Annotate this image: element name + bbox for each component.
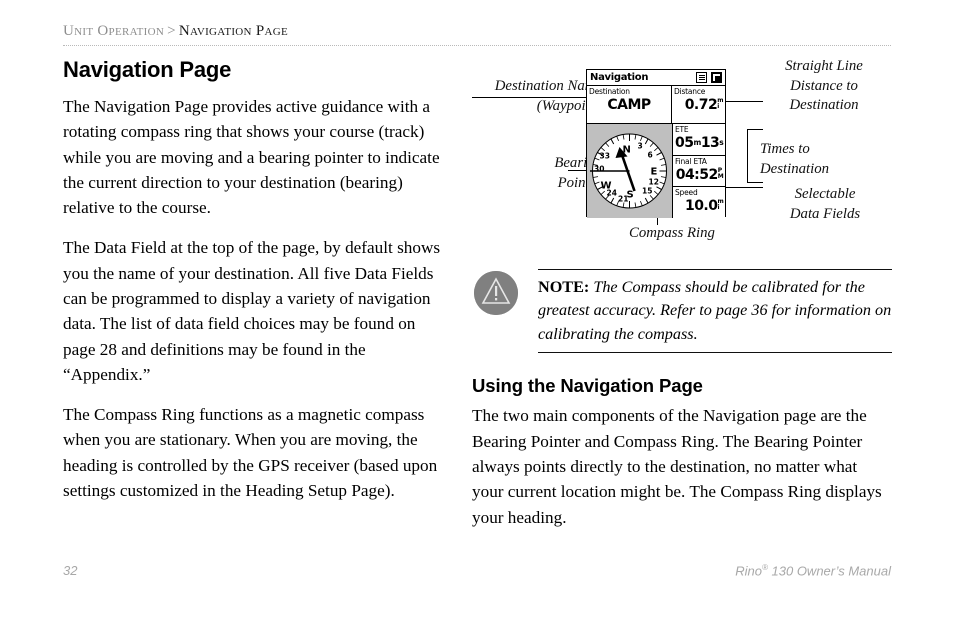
- breadcrumb: Unit Operation > Navigation Page: [63, 23, 891, 40]
- callout-selectable-line2: Data Fields: [789, 205, 861, 222]
- gps-value-final-eta: 04:52: [675, 166, 719, 183]
- left-column: Navigation Page The Navigation Page prov…: [63, 57, 447, 518]
- menu-lines-glyph: [698, 74, 705, 81]
- gps-unit-final-eta: PM: [717, 166, 724, 180]
- gps-value-destination: CAMP: [607, 97, 651, 113]
- callout-times-to-destination: Times to Destination: [760, 140, 890, 179]
- section-paragraph: The two main components of the Navigatio…: [472, 406, 882, 527]
- body-paragraph-3: The Compass Ring functions as a magnetic…: [63, 405, 438, 500]
- callout-destination-line2: (Waypoint): [536, 97, 602, 114]
- leader-line-times-vert: [747, 129, 748, 182]
- breadcrumb-separator: >: [167, 23, 176, 39]
- svg-text:21: 21: [618, 195, 628, 204]
- gps-value-speed: 10.0: [684, 198, 718, 215]
- footer-manual-title: Rino® 130 Owner’s Manual: [735, 563, 891, 578]
- callout-times-line1: Times to: [760, 141, 810, 157]
- menu-icon[interactable]: [696, 72, 707, 83]
- leader-line-times-bottom: [747, 182, 763, 183]
- page-glyph: [713, 74, 720, 81]
- gps-side-data-fields: ETE 05m13s Final ETA 04:52P M Speed 10.0m…: [673, 124, 726, 218]
- gps-top-data-row: Destination CAMP Distance 0.72m i: [587, 86, 725, 124]
- gps-lower-area: N E S W 3 6 12 15 21 24 30 33 ETE 05m13s…: [587, 124, 726, 218]
- gps-screen-title: Navigation: [590, 71, 649, 83]
- callout-compass-ring: Compass Ring: [629, 225, 715, 241]
- warning-triangle-icon: [474, 271, 518, 315]
- gps-label-distance: Distance: [674, 87, 706, 96]
- gps-label-destination: Destination: [589, 87, 630, 96]
- note-label: NOTE:: [538, 278, 590, 296]
- gps-device-screen: Navigation Destination CAMP Distance 0.7…: [586, 69, 726, 218]
- leader-line-selectable: [723, 187, 763, 188]
- gps-title-bar: Navigation: [587, 70, 725, 86]
- gps-label-ete: ETE: [675, 125, 689, 134]
- gps-value-final-eta-row: 04:52P M: [675, 166, 724, 184]
- svg-text:15: 15: [642, 187, 652, 196]
- gps-unit-speed: mi: [717, 198, 724, 212]
- callout-selectable-data-fields: Selectable Data Fields: [760, 185, 890, 224]
- svg-text:24: 24: [607, 189, 617, 198]
- gps-value-speed-row: 10.0m i: [675, 197, 724, 215]
- footer-page-number: 32: [63, 563, 78, 578]
- callout-straight-line-distance: Straight Line Distance to Destination: [754, 57, 894, 116]
- footer-manual-suffix: 130 Owner’s Manual: [767, 563, 891, 579]
- svg-text:12: 12: [649, 178, 659, 187]
- section-heading: Using the Navigation Page: [472, 375, 703, 397]
- page-icon[interactable]: [711, 72, 722, 83]
- warning-triangle-glyph: [474, 271, 518, 315]
- svg-text:E: E: [651, 167, 658, 178]
- gps-unit-minutes: m: [693, 138, 701, 147]
- page-title: Navigation Page: [63, 57, 232, 82]
- leader-line-times-top: [747, 129, 763, 130]
- gps-unit-distance: mi: [717, 97, 723, 110]
- gps-value-ete-minutes: 05: [675, 135, 694, 151]
- compass-svg: N E S W 3 6 12 15 21 24 30 33: [590, 133, 667, 209]
- callout-straightline-line3: Destination: [789, 97, 859, 114]
- compass-ring-widget[interactable]: N E S W 3 6 12 15 21 24 30 33: [587, 124, 673, 218]
- note-block: NOTE: The Compass should be calibrated f…: [472, 269, 892, 354]
- callout-straightline-line2: Distance to: [790, 77, 858, 94]
- note-body: The Compass should be calibrated for the…: [538, 278, 892, 343]
- callout-destination-line1: Destination Name: [494, 78, 602, 94]
- gps-field-ete[interactable]: ETE 05m13s: [673, 124, 726, 156]
- breadcrumb-current: Navigation Page: [178, 23, 288, 39]
- body-paragraph-2: The Data Field at the top of the page, b…: [63, 238, 441, 384]
- gps-field-destination[interactable]: Destination CAMP: [587, 86, 672, 123]
- note-divider-top: [538, 269, 892, 270]
- leader-line-straight-line: [725, 101, 763, 102]
- right-column: Destination Name (Waypoint) Bearing Poin…: [472, 57, 892, 545]
- gps-value-distance: 0.72: [684, 97, 718, 113]
- gps-value-distance-row: 0.72m i: [674, 96, 724, 114]
- svg-text:3: 3: [638, 142, 643, 151]
- svg-text:6: 6: [648, 151, 653, 160]
- note-rules-wrapper-bottom: [472, 352, 892, 354]
- gps-field-speed[interactable]: Speed 10.0m i: [673, 187, 725, 218]
- callout-straightline-line1: Straight Line: [785, 58, 863, 74]
- gps-field-final-eta[interactable]: Final ETA 04:52P M: [673, 156, 726, 188]
- footer-manual-prefix: Rino: [735, 563, 762, 579]
- svg-text:33: 33: [600, 152, 610, 161]
- body-paragraph-1: The Navigation Page provides active guid…: [63, 97, 440, 218]
- gps-value-ete-row: 05m13s: [675, 134, 724, 152]
- breadcrumb-parent: Unit Operation: [63, 23, 165, 39]
- callout-selectable-line1: Selectable: [794, 186, 856, 202]
- note-divider-bottom: [538, 352, 892, 354]
- gps-unit-seconds: s: [719, 138, 724, 147]
- note-text: NOTE: The Compass should be calibrated f…: [538, 276, 892, 346]
- gps-field-distance[interactable]: Distance 0.72m i: [672, 86, 725, 123]
- header-divider: [63, 45, 891, 47]
- gps-label-speed: Speed: [675, 188, 698, 198]
- svg-text:30: 30: [594, 165, 604, 174]
- gps-label-final-eta: Final ETA: [675, 156, 707, 166]
- navigation-page-figure: Destination Name (Waypoint) Bearing Poin…: [472, 57, 892, 255]
- note-rules-wrapper: [472, 269, 892, 270]
- gps-value-ete-seconds: 13: [700, 135, 720, 151]
- callout-times-line2: Destination: [760, 160, 830, 177]
